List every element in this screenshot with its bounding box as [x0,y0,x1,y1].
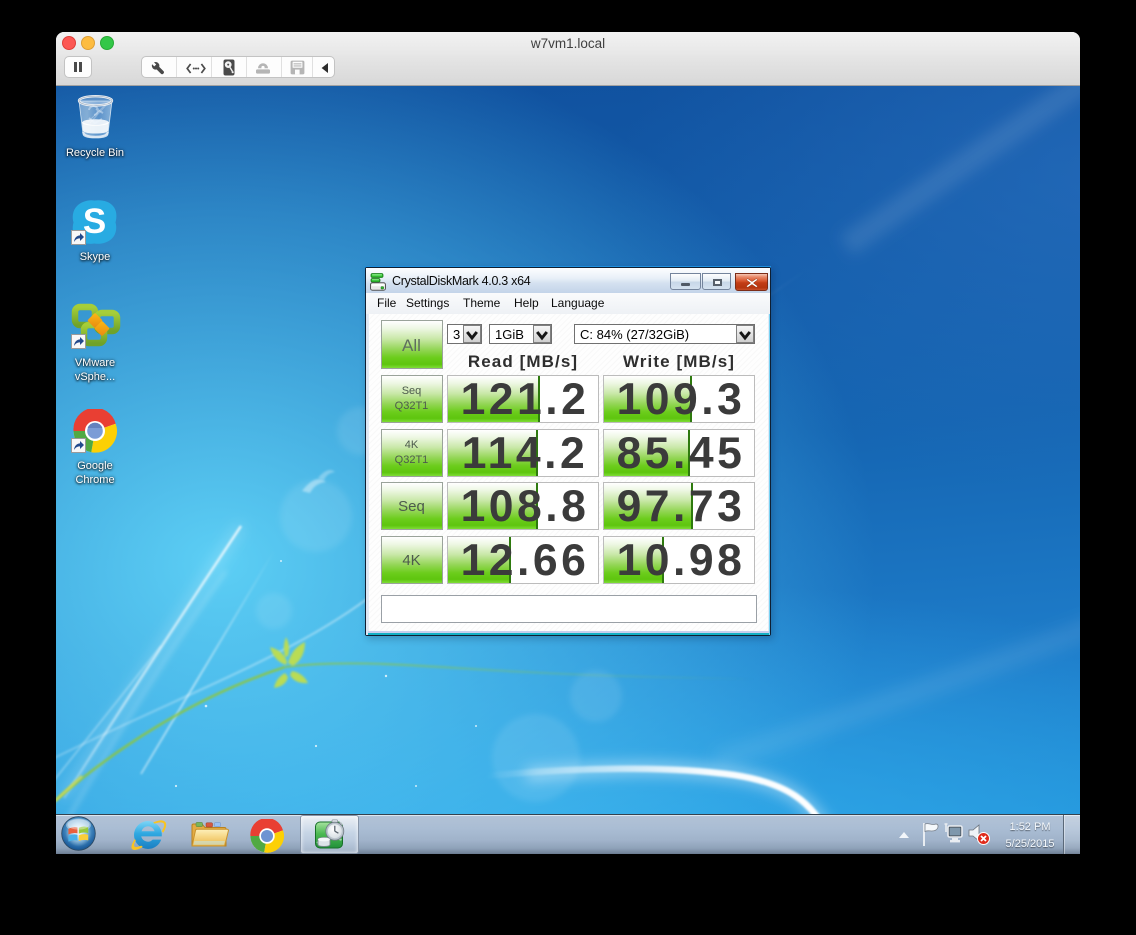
svg-text:S: S [83,202,106,241]
